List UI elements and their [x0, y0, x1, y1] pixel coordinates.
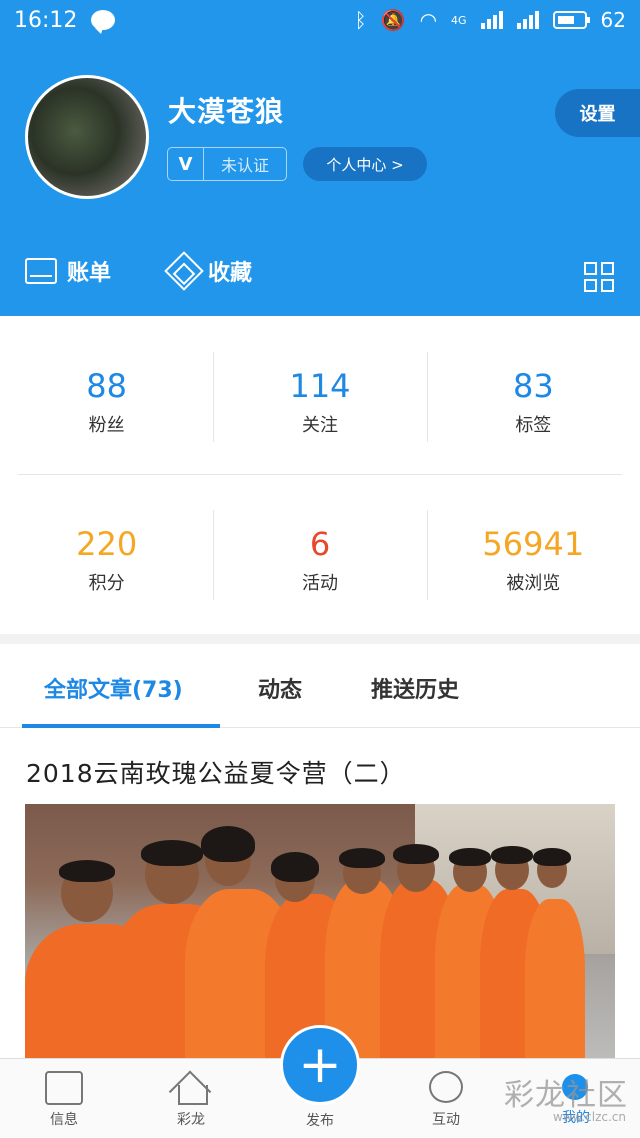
stat-value: 83 — [512, 367, 554, 405]
stat-label: 积分 — [88, 573, 125, 594]
bluetooth-icon: ᛒ — [354, 8, 367, 32]
stat-value: 114 — [289, 367, 351, 405]
favorites-button[interactable]: 收藏 — [164, 251, 253, 291]
article-title[interactable]: 2018云南玫瑰公益夏令营（二） — [26, 754, 406, 790]
tab-all-articles[interactable]: 全部文章(73) — [44, 672, 183, 704]
status-bar: 16:12 ᛒ 🔕 ◠ 4G 62 — [0, 0, 640, 40]
stat-tags[interactable]: 83 标签 — [426, 352, 640, 452]
stat-value: 220 — [76, 525, 138, 563]
publish-label: 发布 — [306, 1113, 334, 1129]
verify-status: 未认证 — [220, 156, 269, 175]
profile-page: 16:12 ᛒ 🔕 ◠ 4G 62 大漠苍狼 V 未认证 个人中心 > 设置 账… — [0, 0, 640, 1138]
stat-label: 活动 — [301, 573, 338, 594]
tab-push-history[interactable]: 推送历史 — [371, 672, 459, 704]
nav-label: 互动 — [432, 1112, 460, 1128]
profile-header: 16:12 ᛒ 🔕 ◠ 4G 62 大漠苍狼 V 未认证 个人中心 > 设置 账… — [0, 0, 640, 316]
stats-row: 220 积分 6 活动 56941 被浏览 — [0, 510, 640, 610]
bill-button[interactable]: 账单 — [25, 255, 111, 287]
message-icon — [45, 1071, 83, 1105]
bill-icon — [25, 258, 57, 284]
verification-badge[interactable]: V 未认证 — [167, 147, 287, 181]
stat-label: 关注 — [301, 415, 338, 436]
settings-button[interactable]: 设置 — [555, 89, 640, 137]
mute-icon: 🔕 — [380, 8, 406, 32]
qr-code-icon[interactable] — [584, 262, 614, 292]
stat-points[interactable]: 220 积分 — [0, 510, 213, 610]
stat-following[interactable]: 114 关注 — [213, 352, 426, 452]
nav-messages[interactable]: 信息 — [24, 1071, 104, 1129]
status-time: 16:12 — [14, 7, 78, 33]
stat-value: 88 — [86, 367, 128, 405]
nav-label: 信息 — [50, 1112, 78, 1128]
verify-v-icon: V — [168, 148, 204, 180]
wechat-icon — [91, 10, 116, 34]
tab-updates[interactable]: 动态 — [258, 672, 302, 704]
favorites-icon — [164, 251, 204, 291]
stat-value: 56941 — [482, 525, 585, 563]
avatar[interactable] — [25, 75, 149, 199]
stat-label: 被浏览 — [506, 573, 561, 594]
stat-activities[interactable]: 6 活动 — [213, 510, 426, 610]
stats-panel: 88 粉丝 114 关注 83 标签 220 积分 6 活动 56941 被浏览 — [0, 316, 640, 634]
stats-row: 88 粉丝 114 关注 83 标签 — [0, 352, 640, 452]
personal-center-button[interactable]: 个人中心 > — [303, 147, 427, 181]
signal-icon — [480, 11, 503, 29]
battery-icon — [552, 11, 590, 29]
plus-icon: + — [298, 1035, 342, 1095]
stat-label: 标签 — [515, 415, 552, 436]
network-type: 4G — [451, 13, 467, 27]
signal-icon — [516, 11, 539, 29]
battery-level: 62 — [600, 8, 626, 32]
status-icons: ᛒ 🔕 ◠ 4G 62 — [355, 8, 626, 32]
stat-fans[interactable]: 88 粉丝 — [0, 352, 213, 452]
watermark-url: www.clzc.cn — [552, 1110, 626, 1124]
wifi-icon: ◠ — [419, 8, 438, 32]
active-tab-indicator — [22, 724, 220, 728]
home-icon — [173, 1071, 209, 1105]
nav-label: 彩龙 — [177, 1112, 205, 1128]
quick-actions: 账单 收藏 — [0, 251, 640, 297]
watermark-logo: 彩龙社区 — [504, 1078, 628, 1113]
publish-button[interactable]: + — [280, 1025, 360, 1105]
stat-label: 粉丝 — [88, 415, 125, 436]
bill-label: 账单 — [67, 261, 112, 286]
stat-value: 6 — [309, 525, 331, 563]
stat-views[interactable]: 56941 被浏览 — [426, 510, 640, 610]
nav-interaction[interactable]: 互动 — [406, 1071, 486, 1129]
favorites-label: 收藏 — [208, 261, 253, 286]
divider — [18, 474, 622, 475]
content-tabs: 全部文章(73) 动态 推送历史 — [0, 644, 640, 728]
chat-icon — [429, 1071, 463, 1103]
username: 大漠苍狼 — [168, 95, 285, 128]
nav-cailong[interactable]: 彩龙 — [151, 1071, 231, 1129]
